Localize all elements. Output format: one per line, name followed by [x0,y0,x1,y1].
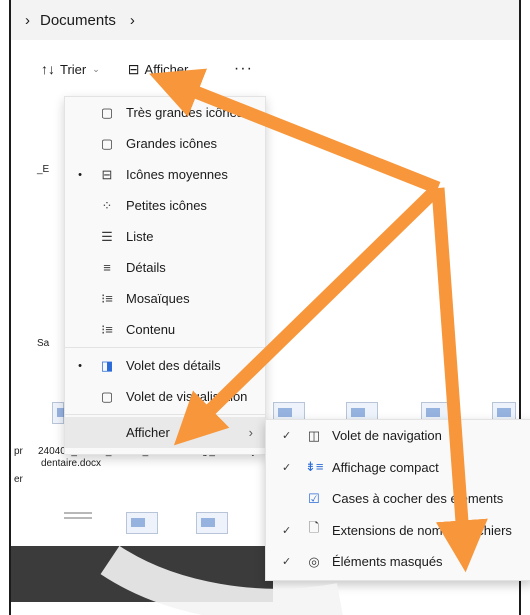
view-layout-menu: ▢ Très grandes icônes ▢ Grandes icônes •… [64,96,266,455]
preview-pane-icon: ▢ [100,388,114,404]
chevron-down-icon: ⌄ [194,63,202,74]
menu-item-details[interactable]: ≡ Détails [65,252,265,283]
check-icon: ✓ [282,524,292,537]
check-icon: ✓ [282,461,292,474]
sort-button[interactable]: ↑↓ Trier ⌄ [41,61,100,77]
selected-bullet-icon: • [78,168,82,181]
menu-item-label: Très grandes icônes [126,105,244,120]
submenu-item-label: Éléments masqués [332,554,443,570]
chevron-right-icon: › [248,425,253,440]
chevron-right-icon[interactable]: › [130,12,135,29]
file-name-fragment[interactable]: _E [37,164,49,175]
menu-item-label: Mosaïques [126,291,190,306]
view-icon: ⊟ [127,60,140,77]
selected-bullet-icon: • [78,359,82,372]
menu-item-extra-large-icons[interactable]: ▢ Très grandes icônes [65,97,265,128]
menu-item-list[interactable]: ☰ Liste [65,221,265,252]
more-options-button[interactable]: ··· [234,60,253,78]
menu-item-label: Petites icônes [126,198,207,213]
address-bar[interactable]: › Documents › [11,0,519,40]
check-icon: ✓ [282,430,292,443]
submenu-item-label: Extensions de noms de fichiers [332,522,512,538]
submenu-item-label: Affichage compact [332,459,439,475]
menu-separator [65,347,265,348]
menu-item-preview-pane[interactable]: ▢ Volet de visualisation [65,381,265,412]
file-name-fragment[interactable]: pr [14,446,23,457]
text-document-icon[interactable] [64,512,92,514]
menu-item-show[interactable]: Afficher › [65,417,265,448]
text-document-line [64,517,92,519]
submenu-item-label: Cases à cocher des éléments [332,491,504,507]
command-bar: ↑↓ Trier ⌄ ⊟ Afficher ⌄ ··· [11,40,519,98]
menu-item-small-icons[interactable]: ⁘ Petites icônes [65,190,265,221]
breadcrumb-documents[interactable]: Documents [40,12,116,29]
file-name-fragment[interactable]: Sa [37,338,49,349]
submenu-item-compact-view[interactable]: ✓ ⇟≡ Affichage compact [266,452,530,484]
word-document-icon[interactable] [196,512,228,534]
menu-item-label: Volet des détails [126,358,221,373]
small-icons-icon: ⁘ [101,197,113,213]
submenu-item-file-extensions[interactable]: ✓ 🗋 Extensions de noms de fichiers [266,515,530,547]
view-button[interactable]: ⊟ Afficher ⌄ [128,61,202,78]
large-icons-icon: ▢ [100,135,114,151]
submenu-item-navigation-pane[interactable]: ✓ ◫ Volet de navigation [266,420,530,452]
menu-item-label: Icônes moyennes [126,167,228,182]
menu-item-label: Liste [126,229,154,244]
view-label: Afficher [144,61,189,77]
word-document-icon[interactable] [126,512,158,534]
content-icon: ⁝≡ [101,321,113,337]
menu-item-medium-icons[interactable]: • ⊟ Icônes moyennes [65,159,265,190]
medium-icons-icon: ⊟ [101,166,113,182]
menu-item-large-icons[interactable]: ▢ Grandes icônes [65,128,265,159]
file-name-fragment[interactable]: er [14,474,23,485]
submenu-item-hidden-items[interactable]: ✓ ◎ Éléments masqués [266,546,530,578]
sort-icon: ↑↓ [41,61,55,77]
hidden-items-icon: ◎ [308,553,320,569]
menu-item-label: Détails [126,260,166,275]
compact-view-icon: ⇟≡ [305,459,324,475]
file-extensions-icon: 🗋 [308,520,320,536]
chevron-right-icon[interactable]: › [25,12,30,29]
submenu-item-label: Volet de navigation [332,428,442,444]
chevron-down-icon: ⌄ [92,63,100,74]
check-icon: ✓ [282,556,292,569]
menu-item-tiles[interactable]: ⁝≡ Mosaïques [65,283,265,314]
menu-item-label: Grandes icônes [126,136,218,151]
menu-item-label: Contenu [126,322,176,337]
details-icon: ≡ [103,260,111,275]
menu-item-label: Afficher [126,425,170,440]
navigation-pane-icon: ◫ [307,427,321,443]
taskbar-strip [11,546,273,602]
list-icon: ☰ [101,228,113,244]
menu-item-label: Volet de visualisation [126,389,248,404]
menu-item-content[interactable]: ⁝≡ Contenu [65,314,265,345]
menu-item-details-pane[interactable]: • ◨ Volet des détails [65,350,265,381]
submenu-item-item-checkboxes[interactable]: ☑ Cases à cocher des éléments [266,483,530,515]
menu-separator [65,414,265,415]
extra-large-icons-icon: ▢ [100,104,114,120]
sort-label: Trier [60,61,87,77]
show-submenu: ✓ ◫ Volet de navigation ✓ ⇟≡ Affichage c… [265,419,530,581]
document-icon[interactable] [52,402,71,424]
item-checkboxes-icon: ☑ [308,490,320,506]
tiles-icon: ⁝≡ [101,290,113,306]
details-pane-icon: ◨ [100,357,114,373]
